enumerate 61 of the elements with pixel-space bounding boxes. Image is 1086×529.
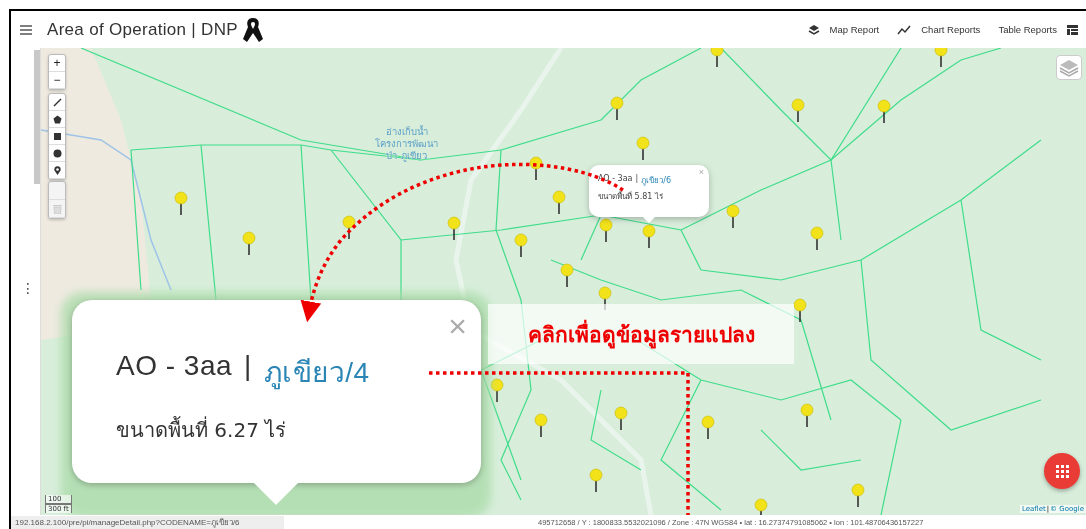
pin-icon[interactable] [791,98,805,123]
zoom-in-button[interactable]: + [49,55,65,72]
nav-link[interactable]: Map Report [807,23,880,36]
layers-icon [1059,58,1079,77]
pin-icon[interactable] [342,215,356,240]
pin-icon[interactable] [560,263,574,288]
pin-icon[interactable] [851,483,865,508]
separator: | [635,174,639,185]
table-icon [1067,24,1078,35]
parcel-link[interactable]: ภูเขียว/4 [263,350,370,394]
scrollbar[interactable] [34,50,40,184]
pin-icon[interactable] [642,224,656,249]
pin-icon[interactable] [701,415,715,440]
pin-icon[interactable] [534,413,548,438]
layers-icon [807,23,820,36]
menu-icon[interactable] [20,24,32,35]
pin-icon[interactable] [529,156,543,181]
pin-icon[interactable] [174,191,188,216]
sidebar-handle[interactable]: ⋮ [21,280,35,296]
pin-icon[interactable] [636,136,650,161]
pin-icon[interactable] [552,190,566,215]
link-url: 192.168.2.100/pre/pi/manageDetail.php?CODENAME=ภูเขียว/6 [11,515,284,529]
pin-icon[interactable] [447,216,461,241]
square-icon [51,130,63,142]
pin-icon[interactable] [614,406,628,431]
grid-menu-button[interactable] [1044,453,1080,489]
pentagon-icon [51,113,63,125]
annotation-text: คลิกเพื่อดูข้อมูลรายแปลง [488,304,794,364]
area-text: ขนาดพื้นที่ 5.81 ไร่ [598,190,664,203]
zoom-out-button[interactable]: − [49,72,65,89]
pin-icon[interactable] [490,378,504,403]
place-label-line: โครงการพัฒนา [375,138,438,150]
parcel-code: AO - 3aa [116,350,233,383]
pin-icon[interactable] [793,298,807,323]
pin-icon[interactable] [599,218,613,243]
trash-icon [52,203,62,214]
place-label-line: อ่างเก็บน้ำ [385,126,428,138]
grid-icon [1055,464,1069,478]
circle-icon [51,147,63,159]
parcel-link[interactable]: ภูเขียว/6 [641,174,671,187]
ribbon-icon [241,15,264,44]
area-text: ขนาดพื้นที่ 6.27 ไร่ [116,415,288,444]
pin-icon[interactable] [810,226,824,251]
line-icon [51,96,63,108]
pin-icon[interactable] [610,96,624,121]
popup-tip [643,217,655,223]
pin-icon[interactable] [514,233,528,258]
pin-icon[interactable] [242,231,256,256]
pin-icon[interactable] [726,204,740,229]
marker-icon [51,164,63,176]
line-chart-icon [897,24,912,35]
pin-icon[interactable] [589,468,603,493]
nav-link[interactable]: Chart Reports [897,24,981,35]
pin-icon[interactable] [710,48,724,68]
pin-icon[interactable] [754,498,768,515]
pin-icon[interactable] [800,403,814,428]
pin-icon[interactable] [934,48,948,68]
pin-icon[interactable] [877,99,891,124]
app-title: Area of Operation | DNP [47,19,238,40]
separator: | [244,350,252,383]
nav-link[interactable]: Table Reports [998,24,1078,35]
